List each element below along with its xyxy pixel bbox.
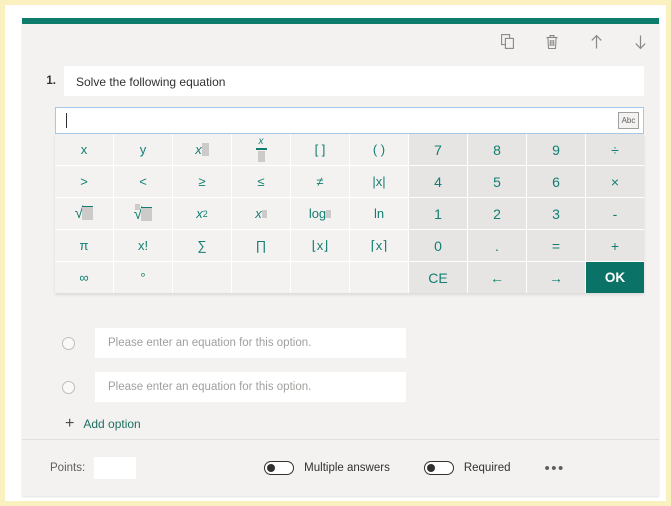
key-0[interactable]: 0 — [409, 230, 467, 261]
key-fraction[interactable]: x — [232, 134, 290, 165]
plus-icon: + — [65, 415, 75, 432]
more-options-button[interactable]: ••• — [545, 461, 565, 476]
key-x-squared[interactable]: x2 — [173, 198, 231, 229]
key-less-equal[interactable]: ≤ — [232, 166, 290, 197]
equation-input[interactable]: Abc — [55, 107, 644, 134]
key-7[interactable]: 7 — [409, 134, 467, 165]
key-less-than[interactable]: < — [114, 166, 172, 197]
add-option-label: Add option — [83, 417, 141, 431]
equation-keypad: x y x x[ ]( ) 7 8 9 ÷ > < ≥ ≤ ≠ |x| 4 5 6 × √ √ x 2 x log ln 1 2 3-… — [55, 134, 644, 293]
key-multiply[interactable]: × — [586, 166, 644, 197]
trash-icon[interactable] — [541, 30, 563, 54]
key-blank-3 — [291, 262, 349, 293]
copy-icon[interactable] — [497, 30, 519, 54]
multiple-answers-group: Multiple answers — [264, 461, 390, 475]
key-blank-4 — [350, 262, 408, 293]
question-number: 1. — [46, 75, 56, 87]
key-1[interactable]: 1 — [409, 198, 467, 229]
key-greater-than[interactable]: > — [55, 166, 113, 197]
key-plus[interactable]: + — [586, 230, 644, 261]
key-ok[interactable]: OK — [586, 262, 644, 293]
key-arrow-right[interactable]: → — [527, 262, 585, 293]
required-label: Required — [463, 462, 511, 474]
required-toggle[interactable] — [423, 461, 454, 475]
points-label: Points: — [50, 462, 86, 474]
key-4[interactable]: 4 — [409, 166, 467, 197]
option-input-2[interactable]: Please enter an equation for this option… — [95, 372, 406, 402]
question-card: 1. Solve the following equation Abc xyxx… — [22, 18, 659, 496]
key-6[interactable]: 6 — [527, 166, 585, 197]
key-product[interactable]: ∏ — [232, 230, 290, 261]
key-floor[interactable]: ⌊x⌋ — [291, 230, 349, 261]
key-pi[interactable]: π — [55, 230, 113, 261]
toggle-knob — [267, 464, 276, 472]
key-clear-entry[interactable]: CE — [409, 262, 467, 293]
key-divide[interactable]: ÷ — [586, 134, 644, 165]
option-row: Please enter an equation for this option… — [22, 328, 659, 358]
key-summation[interactable]: ∑ — [173, 230, 231, 261]
option-radio-2[interactable] — [62, 380, 75, 394]
key-3[interactable]: 3 — [527, 198, 585, 229]
key-parentheses[interactable]: ( ) — [350, 134, 408, 165]
key-2[interactable]: 2 — [468, 198, 526, 229]
key-arrow-left[interactable]: ← — [468, 262, 526, 293]
key-square-brackets[interactable]: [ ] — [291, 134, 349, 165]
key-greater-equal[interactable]: ≥ — [173, 166, 231, 197]
question-header-row: 1. Solve the following equation — [22, 66, 659, 96]
key-square-root[interactable]: √ — [55, 198, 113, 229]
option-radio-1[interactable] — [62, 336, 75, 350]
option-input-1[interactable]: Please enter an equation for this option… — [95, 328, 406, 358]
question-footer: Points: Multiple answers Required ••• — [22, 440, 659, 496]
equation-editor: Abc x y x x[ ]( ) 7 8 9 ÷ > < ≥ ≤ ≠ |x| 4 5 6 × √ √ x 2 x log ln… — [55, 107, 644, 293]
key-not-equal[interactable]: ≠ — [291, 166, 349, 197]
key-blank-2 — [232, 262, 290, 293]
key-x[interactable]: x — [55, 134, 113, 165]
key-log[interactable]: log — [291, 198, 349, 229]
key-equals[interactable]: = — [527, 230, 585, 261]
arrow-down-icon[interactable] — [629, 30, 651, 54]
text-caret — [66, 113, 67, 128]
multiple-answers-toggle[interactable] — [264, 461, 295, 475]
key-absolute-value[interactable]: |x| — [350, 166, 408, 197]
card-accent-bar — [22, 18, 659, 24]
multiple-answers-label: Multiple answers — [304, 462, 390, 474]
toggle-knob — [426, 464, 435, 472]
key-y[interactable]: y — [114, 134, 172, 165]
key-8[interactable]: 8 — [468, 134, 526, 165]
key-power[interactable]: x — [232, 198, 290, 229]
key-9[interactable]: 9 — [527, 134, 585, 165]
add-option-button[interactable]: + Add option — [65, 416, 160, 432]
key-decimal-point[interactable]: . — [468, 230, 526, 261]
key-degree[interactable]: ° — [114, 262, 172, 293]
key-factorial[interactable]: x! — [114, 230, 172, 261]
key-infinity[interactable]: ∞ — [55, 262, 113, 293]
required-group: Required — [423, 461, 511, 475]
key-ln[interactable]: ln — [350, 198, 408, 229]
points-input[interactable] — [94, 457, 137, 479]
option-row: Please enter an equation for this option… — [22, 372, 659, 402]
key-5[interactable]: 5 — [468, 166, 526, 197]
key-nth-root[interactable]: √ — [114, 198, 172, 229]
answer-options: Please enter an equation for this option… — [22, 328, 659, 432]
key-ceiling[interactable]: ⌈x⌉ — [350, 230, 408, 261]
key-minus[interactable]: - — [586, 198, 644, 229]
forms-question-editor: 1. Solve the following equation Abc xyxx… — [0, 0, 671, 506]
key-blank-1 — [173, 262, 231, 293]
question-toolbar — [497, 30, 651, 54]
question-title-input[interactable]: Solve the following equation — [64, 66, 644, 96]
abc-toggle-button[interactable]: Abc — [618, 112, 639, 129]
arrow-up-icon[interactable] — [585, 30, 607, 54]
key-subscript[interactable]: x — [173, 134, 231, 165]
